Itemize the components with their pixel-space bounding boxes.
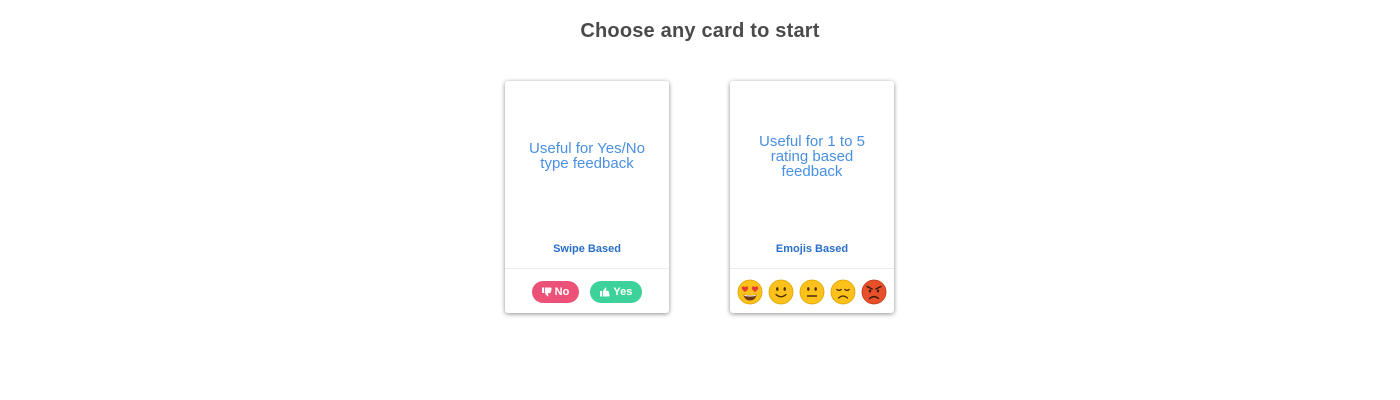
no-button-label: No — [554, 286, 570, 298]
card-actions: No Yes — [505, 279, 669, 305]
yes-button-label: Yes — [613, 286, 633, 298]
page: Choose any card to start Useful for Yes/… — [0, 0, 1400, 400]
page-title: Choose any card to start — [580, 20, 820, 42]
card-description: Useful for Yes/No type feedback — [529, 140, 645, 172]
thumbs-up-icon — [600, 287, 610, 297]
emoji-rating-row — [730, 279, 894, 305]
swipe-based-card[interactable]: Useful for Yes/No type feedback Swipe Ba… — [505, 81, 669, 313]
thumbs-down-icon — [541, 287, 552, 297]
card-divider — [730, 268, 894, 269]
neutral-emoji-icon[interactable] — [799, 279, 825, 305]
card-divider — [505, 268, 669, 269]
card-type-label: Emojis Based — [775, 243, 849, 255]
no-button[interactable]: No — [531, 281, 580, 303]
angry-emoji-icon[interactable] — [861, 279, 887, 305]
heart-eyes-emoji-icon[interactable] — [737, 279, 763, 305]
card-description: Useful for 1 to 5 rating based feedback — [759, 132, 865, 180]
emojis-based-card[interactable]: Useful for 1 to 5 rating based feedback … — [730, 81, 894, 313]
yes-button[interactable]: Yes — [590, 281, 643, 303]
disappointed-emoji-icon[interactable] — [830, 279, 856, 305]
card-type-label: Swipe Based — [553, 243, 621, 255]
smile-emoji-icon[interactable] — [768, 279, 794, 305]
